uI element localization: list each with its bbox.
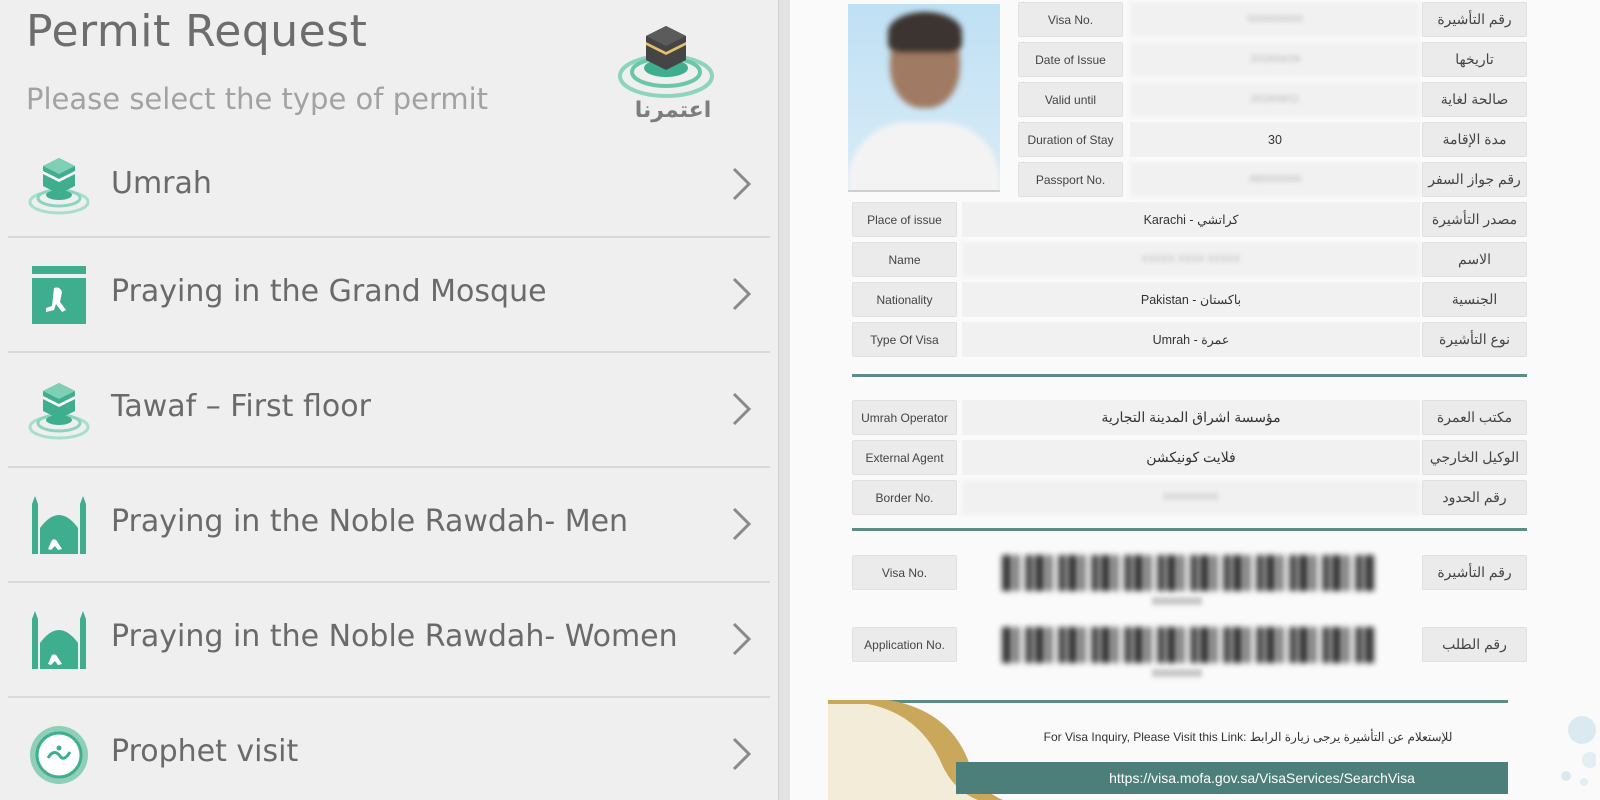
- prophet-seal-icon: [30, 726, 88, 784]
- kaaba-icon: [28, 383, 90, 440]
- external-agent-value: فلايت كونيكشن: [962, 440, 1420, 475]
- nationality-label: Nationality: [852, 282, 957, 317]
- page-title: Permit Request: [26, 6, 368, 57]
- border-no-label-ar: رقم الحدود: [1422, 480, 1527, 515]
- application-no-label: Application No.: [852, 627, 957, 662]
- chevron-right-icon: [732, 277, 752, 311]
- application-barcode: [1002, 627, 1374, 663]
- page-subtitle: Please select the type of permit: [26, 82, 489, 116]
- date-of-issue-value: 2018/04/28: [1130, 42, 1420, 77]
- logo-text: اعتمرنا: [634, 98, 712, 123]
- app-logo: اعتمرنا: [618, 20, 728, 130]
- passport-no-value: AB0000000: [1130, 162, 1420, 197]
- chevron-right-icon: [732, 507, 752, 541]
- visa-inquiry-link[interactable]: https://visa.mofa.gov.sa/VisaServices/Se…: [956, 762, 1508, 794]
- date-of-issue-label-ar: تاريخها: [1422, 42, 1527, 77]
- type-of-visa-value: Umrah - عمرة: [962, 322, 1420, 357]
- passport-no-label-ar: رقم جواز السفر: [1422, 162, 1527, 197]
- permit-label: Prophet visit: [111, 734, 299, 769]
- prayer-icon: [32, 266, 86, 324]
- kaaba-icon: [28, 158, 90, 215]
- visa-no-label-ar: رقم التأشيرة: [1422, 2, 1527, 37]
- section-divider: [852, 528, 1527, 531]
- visa-barcode-number: [1152, 597, 1202, 605]
- umrah-operator-value: مؤسسة اشراق المدينة التجارية: [962, 400, 1420, 435]
- nationality-label-ar: الجنسية: [1422, 282, 1527, 317]
- mosque-icon: [32, 611, 86, 669]
- place-of-issue-value: Karachi - كراتشي: [962, 202, 1420, 237]
- umrah-operator-label-ar: مكتب العمرة: [1422, 400, 1527, 435]
- name-label: Name: [852, 242, 957, 277]
- nationality-value: Pakistan - باكستان: [962, 282, 1420, 317]
- visa-code-label: Visa No.: [852, 555, 957, 590]
- kaaba-logo-icon: [618, 26, 714, 98]
- mosque-icon: [32, 496, 86, 554]
- place-of-issue-label: Place of issue: [852, 202, 957, 237]
- permit-item-umrah[interactable]: Umrah: [8, 132, 770, 238]
- panel-divider: [778, 0, 790, 800]
- type-of-visa-label-ar: نوع التأشيرة: [1422, 322, 1527, 357]
- name-value: XXXXX XXXX XXXXX: [962, 242, 1420, 277]
- external-agent-label-ar: الوكيل الخارجي: [1422, 440, 1527, 475]
- visa-inquiry-text: For Visa Inquiry, Please Visit this Link…: [1043, 730, 1453, 744]
- chevron-right-icon: [732, 167, 752, 201]
- duration-of-stay-value: 30: [1130, 122, 1420, 157]
- permit-label: Praying in the Noble Rawdah- Women: [111, 619, 678, 654]
- application-no-label-ar: رقم الطلب: [1422, 627, 1527, 662]
- duration-of-stay-label-ar: مدة الإقامة: [1422, 122, 1527, 157]
- permit-item-rawdah-men[interactable]: Praying in the Noble Rawdah- Men: [8, 468, 770, 583]
- application-barcode-number: [1152, 669, 1202, 677]
- chevron-right-icon: [732, 737, 752, 771]
- chevron-right-icon: [732, 392, 752, 426]
- visa-document: Visa No. 0000000000 رقم التأشيرة Date of…: [790, 0, 1600, 800]
- permit-list: Umrah Praying in the Grand Mosque Tawaf …: [0, 132, 778, 800]
- visa-barcode: [1002, 555, 1374, 591]
- visa-no-label: Visa No.: [1018, 2, 1123, 37]
- valid-until-value: 2018/08/11: [1130, 82, 1420, 117]
- passport-no-label: Passport No.: [1018, 162, 1123, 197]
- chevron-right-icon: [732, 622, 752, 656]
- valid-until-label-ar: صالحة لغاية: [1422, 82, 1527, 117]
- permit-item-tawaf[interactable]: Tawaf – First floor: [8, 353, 770, 468]
- name-label-ar: الاسم: [1422, 242, 1527, 277]
- external-agent-label: External Agent: [852, 440, 957, 475]
- visa-code-label-ar: رقم التأشيرة: [1422, 555, 1527, 590]
- passport-photo: [848, 4, 1000, 192]
- visa-no-value: 0000000000: [1130, 2, 1420, 37]
- section-divider: [852, 374, 1527, 377]
- permit-label: Praying in the Grand Mosque: [111, 274, 547, 309]
- visa-footer: For Visa Inquiry, Please Visit this Link…: [828, 700, 1508, 800]
- border-no-value: 0000000000: [962, 480, 1420, 515]
- duration-of-stay-label: Duration of Stay: [1018, 122, 1123, 157]
- permit-label: Praying in the Noble Rawdah- Men: [111, 504, 629, 539]
- date-of-issue-label: Date of Issue: [1018, 42, 1123, 77]
- valid-until-label: Valid until: [1018, 82, 1123, 117]
- permit-request-panel: Permit Request Please select the type of…: [0, 0, 778, 800]
- type-of-visa-label: Type Of Visa: [852, 322, 957, 357]
- permit-item-grand-mosque[interactable]: Praying in the Grand Mosque: [8, 238, 770, 353]
- permit-item-rawdah-women[interactable]: Praying in the Noble Rawdah- Women: [8, 583, 770, 698]
- umrah-operator-label: Umrah Operator: [852, 400, 957, 435]
- place-of-issue-label-ar: مصدر التأشيرة: [1422, 202, 1527, 237]
- permit-item-prophet-visit[interactable]: Prophet visit: [8, 698, 770, 800]
- permit-label: Tawaf – First floor: [111, 389, 371, 424]
- decorative-dots: [1561, 716, 1596, 786]
- permit-label: Umrah: [111, 166, 212, 201]
- border-no-label: Border No.: [852, 480, 957, 515]
